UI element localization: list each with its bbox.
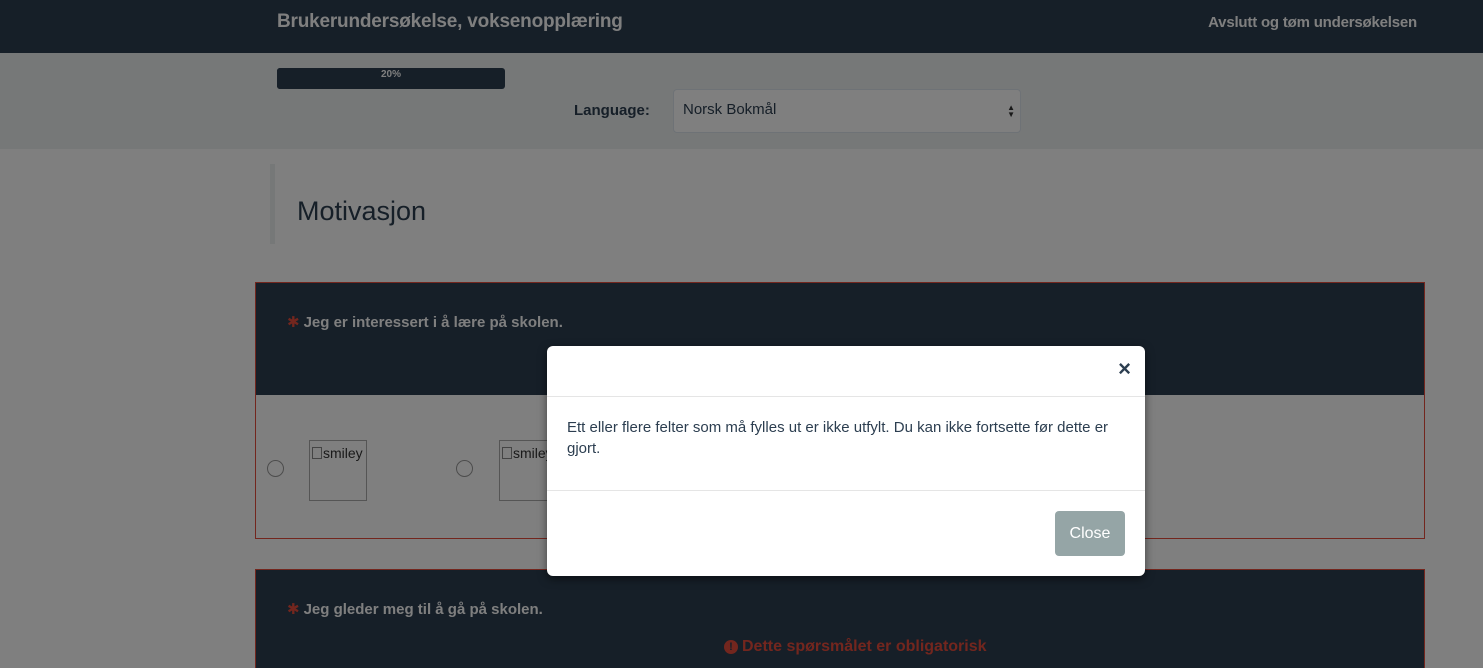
validation-modal: × Ett eller flere felter som må fylles u… bbox=[547, 346, 1145, 576]
modal-message: Ett eller flere felter som må fylles ut … bbox=[547, 397, 1145, 491]
close-button[interactable]: Close bbox=[1055, 511, 1125, 556]
modal-footer: Close bbox=[547, 491, 1145, 575]
close-icon[interactable]: × bbox=[1118, 358, 1131, 380]
modal-header: × bbox=[547, 346, 1145, 397]
